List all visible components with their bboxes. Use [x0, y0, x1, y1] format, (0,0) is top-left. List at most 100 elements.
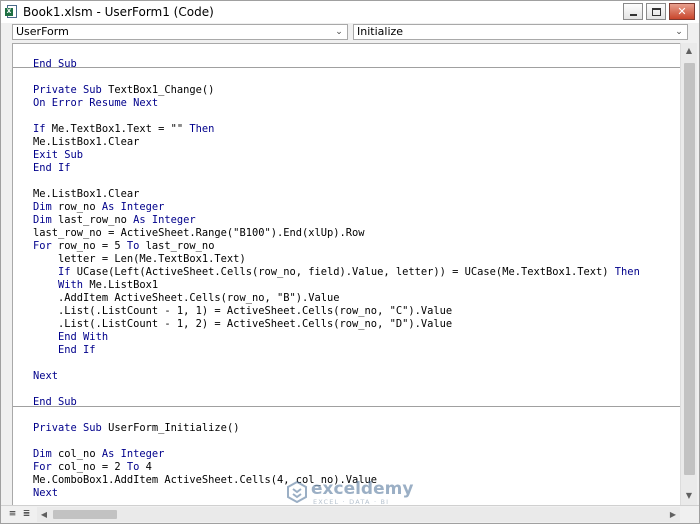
- code-keyword: Then: [189, 123, 215, 135]
- code-keyword: As Integer: [133, 214, 196, 226]
- scroll-left-icon[interactable]: ◀: [37, 507, 51, 522]
- code-text: last_row_no: [139, 240, 215, 252]
- code-editor[interactable]: End Sub Private Sub TextBox1_Change() On E…: [12, 43, 680, 505]
- code-line[interactable]: Me.ListBox1.Clear: [33, 188, 139, 201]
- code-line[interactable]: If UCase(Left(ActiveSheet.Cells(row_no, …: [33, 266, 640, 279]
- exceldemy-logo-icon: [287, 481, 307, 503]
- code-line[interactable]: End Sub: [33, 396, 77, 409]
- code-text: Me.ListBox1: [83, 279, 159, 291]
- code-line[interactable]: Private Sub TextBox1_Change(): [33, 84, 214, 97]
- scroll-right-icon[interactable]: ▶: [666, 507, 680, 522]
- minimize-button[interactable]: [623, 3, 643, 20]
- code-keyword: Private Sub: [33, 422, 102, 434]
- code-line[interactable]: End If: [33, 344, 96, 357]
- code-line[interactable]: End With: [33, 331, 108, 344]
- maximize-button[interactable]: [646, 3, 666, 20]
- code-line[interactable]: Dim row_no As Integer: [33, 201, 164, 214]
- window-controls: ✕: [620, 3, 695, 20]
- code-keyword: Dim: [33, 448, 52, 460]
- code-line[interactable]: For col_no = 2 To 4: [33, 461, 152, 474]
- code-keyword: As Integer: [101, 448, 165, 460]
- code-keyword: End With: [58, 331, 109, 343]
- scroll-up-icon[interactable]: ▲: [681, 43, 697, 59]
- exceldemy-watermark: exceldemy EXCEL · DATA · BI: [287, 479, 427, 509]
- close-button[interactable]: ✕: [669, 3, 695, 20]
- code-text: last_row_no = ActiveSheet.Range("B100").…: [33, 227, 365, 239]
- code-line[interactable]: On Error Resume Next: [33, 97, 158, 110]
- code-line[interactable]: .List(.ListCount - 1, 1) = ActiveSheet.C…: [33, 305, 452, 318]
- code-keyword: To: [126, 461, 140, 473]
- window-title: Book1.xlsm - UserForm1 (Code): [23, 5, 214, 19]
- vertical-scroll-thumb[interactable]: [684, 63, 695, 475]
- watermark-title: exceldemy: [311, 479, 414, 499]
- code-keyword: Then: [614, 266, 640, 278]
- watermark-subtitle: EXCEL · DATA · BI: [313, 498, 390, 506]
- minimize-icon: [630, 14, 637, 16]
- procedure-separator: [13, 406, 680, 407]
- code-line[interactable]: Dim last_row_no As Integer: [33, 214, 196, 227]
- code-line[interactable]: Private Sub UserForm_Initialize(): [33, 422, 239, 435]
- code-text: UCase(Left(ActiveSheet.Cells(row_no, fie…: [70, 266, 615, 278]
- code-text: Me.ListBox1.Clear: [33, 188, 140, 200]
- title-bar[interactable]: X Book1.xlsm - UserForm1 (Code) ✕: [1, 1, 699, 23]
- excel-icon: X: [5, 5, 19, 19]
- code-text: 4: [139, 461, 152, 473]
- code-line[interactable]: End Sub: [33, 58, 77, 71]
- chevron-down-icon[interactable]: ⌄: [332, 25, 346, 39]
- code-line[interactable]: .AddItem ActiveSheet.Cells(row_no, "B").…: [33, 292, 340, 305]
- close-icon: ✕: [677, 5, 687, 18]
- code-line[interactable]: If Me.TextBox1.Text = "" Then: [33, 123, 214, 136]
- code-keyword: For: [33, 240, 52, 252]
- code-line[interactable]: Me.ListBox1.Clear: [33, 136, 139, 149]
- combo-row: UserForm ⌄ Initialize ⌄: [1, 23, 699, 42]
- horizontal-scrollbar[interactable]: ◀ ▶: [37, 507, 680, 522]
- procedure-view-icon[interactable]: ≡: [7, 507, 18, 521]
- code-line[interactable]: last_row_no = ActiveSheet.Range("B100").…: [33, 227, 365, 240]
- code-keyword: If: [33, 123, 46, 135]
- object-dropdown[interactable]: UserForm ⌄: [12, 24, 348, 40]
- code-line[interactable]: End If: [33, 162, 71, 175]
- code-line[interactable]: With Me.ListBox1: [33, 279, 158, 292]
- code-text: Me.ListBox1.Clear: [33, 136, 140, 148]
- code-line[interactable]: Dim col_no As Integer: [33, 448, 164, 461]
- code-line[interactable]: Exit Sub: [33, 149, 83, 162]
- code-text: row_no: [51, 201, 102, 213]
- code-text: letter = Len(Me.TextBox1.Text): [33, 253, 246, 265]
- horizontal-scroll-thumb[interactable]: [53, 510, 117, 519]
- vertical-scrollbar[interactable]: ▲ ▼: [680, 43, 697, 505]
- vba-code-window: X Book1.xlsm - UserForm1 (Code) ✕ UserFo…: [0, 0, 700, 524]
- code-keyword: To: [126, 240, 140, 252]
- code-line[interactable]: Next: [33, 487, 58, 500]
- code-line[interactable]: For row_no = 5 To last_row_no: [33, 240, 214, 253]
- code-text: Me.TextBox1.Text = "": [45, 123, 190, 135]
- scroll-down-icon[interactable]: ▼: [681, 488, 697, 504]
- code-keyword: Dim: [33, 214, 52, 226]
- code-keyword: End Sub: [33, 396, 77, 408]
- code-text: UserForm_Initialize(): [101, 422, 240, 434]
- code-line[interactable]: Next: [33, 370, 58, 383]
- object-dropdown-value: UserForm: [16, 25, 69, 38]
- procedure-dropdown[interactable]: Initialize ⌄: [353, 24, 688, 40]
- code-text: last_row_no: [51, 214, 134, 226]
- code-keyword: Next: [33, 370, 59, 382]
- procedure-dropdown-value: Initialize: [357, 25, 404, 38]
- code-text: .AddItem ActiveSheet.Cells(row_no, "B").…: [33, 292, 340, 304]
- code-keyword: Next: [33, 487, 59, 499]
- full-module-view-icon[interactable]: ≣: [21, 507, 32, 521]
- code-keyword: Private Sub: [33, 84, 102, 96]
- code-keyword: With: [58, 279, 84, 291]
- code-keyword: End Sub: [33, 58, 77, 70]
- code-keyword: On Error Resume Next: [33, 97, 159, 109]
- code-line[interactable]: .List(.ListCount - 1, 2) = ActiveSheet.C…: [33, 318, 452, 331]
- code-keyword: If: [58, 266, 71, 278]
- chevron-down-icon[interactable]: ⌄: [672, 25, 686, 39]
- code-keyword: Exit Sub: [33, 149, 84, 161]
- code-line[interactable]: letter = Len(Me.TextBox1.Text): [33, 253, 246, 266]
- code-keyword: As Integer: [101, 201, 165, 213]
- code-keyword: End If: [58, 344, 96, 356]
- code-text: col_no = 2: [51, 461, 127, 473]
